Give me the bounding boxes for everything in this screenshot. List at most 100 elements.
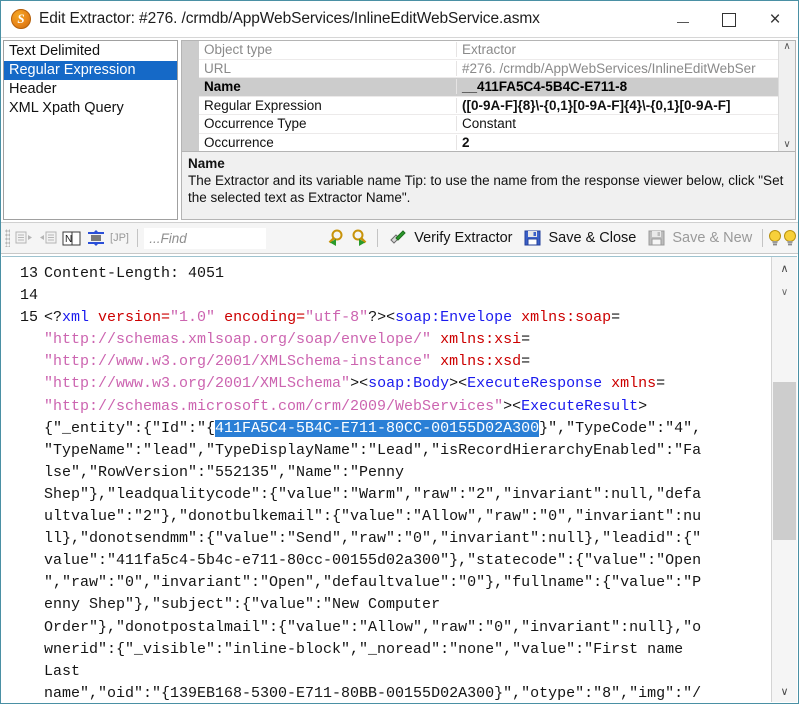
maximize-button[interactable] (706, 1, 752, 38)
response-line: "http://www.w3.org/2001/XMLSchema-instan… (2, 351, 771, 373)
save-and-close-button[interactable]: Save & Close (518, 224, 642, 252)
code-token: Order"},"donotpostalmail":{"value":"Allo… (44, 618, 702, 636)
code-token: Shep"},"leadqualitycode":{"value":"Warm"… (44, 485, 702, 503)
property-key: Regular Expression (199, 97, 457, 113)
code-token: wnerid":{"_visible":"inline-block","_nor… (44, 640, 684, 658)
property-row-occurrence[interactable]: Occurrence 2 (199, 134, 778, 152)
indent-right-icon[interactable] (12, 226, 36, 250)
code-token: soap:Body (368, 375, 450, 393)
description-body: The Extractor and its variable name Tip:… (188, 173, 784, 205)
extractor-editor-top: Text Delimited Regular Expression Header… (1, 38, 798, 222)
scroll-down-icon[interactable]: ∨ (783, 140, 790, 150)
close-button[interactable]: × (752, 1, 798, 38)
response-line: name","oid":"{139EB168-5300-E711-80BB-00… (2, 683, 771, 702)
minimize-button[interactable] (660, 1, 706, 38)
response-line: 15 <?xml version="1.0" encoding="utf-8"?>… (2, 307, 771, 329)
line-number: 15 (19, 309, 38, 327)
hint-bulb-2-icon[interactable] (783, 227, 798, 249)
show-line-numbers-icon[interactable]: N (60, 226, 84, 250)
scroll-mid-icon[interactable]: ∨ (772, 283, 797, 301)
selected-text[interactable]: 411FA5C4-5B4C-E711-80CC-00155D02A300 (215, 419, 540, 437)
response-viewer-text[interactable]: 13 Content-Length: 4051 14 15 <?xml version=… (2, 257, 771, 702)
code-token: version= (89, 309, 171, 327)
code-token: = (521, 353, 531, 371)
code-token: ExecuteResult (521, 397, 639, 415)
word-wrap-icon[interactable] (84, 226, 108, 250)
property-row-name[interactable]: Name __411FA5C4-5B4C-E711-8 (199, 78, 778, 97)
type-item-regular-expression[interactable]: Regular Expression (4, 61, 177, 80)
indent-left-icon[interactable] (36, 226, 60, 250)
property-grid-rows: Object type Extractor URL #276. /crmdb/A… (199, 41, 778, 151)
property-key: URL (199, 60, 457, 76)
code-token: xml (62, 309, 90, 327)
edit-extractor-window: S Edit Extractor: #276. /crmdb/AppWebSer… (0, 0, 799, 704)
response-line: "http://www.w3.org/2001/XMLSchema" ><soap… (2, 373, 771, 395)
property-value[interactable]: 2 (457, 135, 778, 150)
scroll-down-icon[interactable]: ∨ (772, 682, 797, 700)
response-line: value":"411fa5c4-5b4c-e711-80cc-00155d02… (2, 550, 771, 572)
property-row-regular-expression[interactable]: Regular Expression ([0-9A-F]{8}\-{0,1}[0… (199, 97, 778, 115)
property-description-panel: Name The Extractor and its variable name… (181, 152, 796, 220)
save-new-disk-icon (644, 226, 668, 250)
scroll-up-icon[interactable]: ∧ (783, 42, 790, 52)
code-token: xmlns:soap (512, 309, 612, 327)
code-token: "utf-8" (305, 309, 369, 327)
code-token: "http://www.w3.org/2001/XMLSchema" (44, 375, 351, 393)
window-title: Edit Extractor: #276. /crmdb/AppWebServi… (39, 10, 540, 27)
save-disk-icon (521, 226, 545, 250)
type-item-header[interactable]: Header (4, 80, 177, 99)
property-value[interactable]: Constant (457, 116, 778, 131)
property-value[interactable]: #276. /crmdb/AppWebServices/InlineEditWe… (457, 61, 778, 76)
property-value[interactable]: __411FA5C4-5B4C-E711-8 (457, 79, 778, 94)
scroll-up-icon[interactable]: ∧ (772, 259, 797, 277)
code-token: "http://www.w3.org/2001/XMLSchema-instan… (44, 353, 432, 371)
save-and-new-button[interactable]: Save & New (641, 224, 757, 252)
type-item-xml-xpath-query[interactable]: XML Xpath Query (4, 99, 177, 118)
save-and-new-label: Save & New (672, 230, 753, 246)
code-token: > (638, 397, 648, 415)
save-and-close-label: Save & Close (548, 230, 637, 246)
property-row-url[interactable]: URL #276. /crmdb/AppWebServices/InlineEd… (199, 60, 778, 78)
extractor-properties: Object type Extractor URL #276. /crmdb/A… (181, 40, 796, 220)
verify-brush-icon (386, 226, 410, 250)
japanese-encoding-icon[interactable]: [JP] (108, 226, 132, 250)
verify-extractor-button[interactable]: Verify Extractor (383, 224, 517, 252)
extractor-type-list[interactable]: Text Delimited Regular Expression Header… (3, 40, 178, 220)
code-token: "TypeName":"lead","TypeDisplayName":"Lea… (44, 441, 702, 459)
response-viewer-scrollbar[interactable]: ∧ ∨ ∨ (771, 257, 797, 702)
find-previous-icon[interactable] (324, 226, 348, 250)
code-token: >< (503, 397, 522, 415)
property-row-object-type[interactable]: Object type Extractor (199, 41, 778, 60)
property-row-occurrence-type[interactable]: Occurrence Type Constant (199, 115, 778, 134)
code-token: "http://schemas.xmlsoap.org/soap/envelop… (44, 331, 432, 349)
response-line: Last (2, 661, 771, 683)
response-line: {"_entity":{"Id":"{411FA5C4-5B4C-E711-80… (2, 418, 771, 440)
code-token: xmlns:xsi (431, 331, 522, 349)
property-key: Occurrence Type (199, 116, 457, 132)
response-line: Order"},"donotpostalmail":{"value":"Allo… (2, 617, 771, 639)
code-token: encoding= (215, 309, 306, 327)
code-token: ExecuteResponse (467, 375, 603, 393)
find-input[interactable]: ...Find (144, 227, 266, 249)
response-line: lse","RowVersion":"552135","Name":"Penny (2, 462, 771, 484)
window-controls: × (660, 1, 798, 38)
code-token: >< (449, 375, 468, 393)
verify-extractor-label: Verify Extractor (414, 230, 513, 246)
type-item-text-delimited[interactable]: Text Delimited (4, 42, 177, 61)
property-value[interactable]: Extractor (457, 42, 778, 57)
response-viewer[interactable]: 13 Content-Length: 4051 14 15 <?xml version=… (2, 256, 797, 702)
response-line: wnerid":{"_visible":"inline-block","_nor… (2, 639, 771, 661)
property-grid-scrollbar[interactable]: ∧ ∨ (778, 41, 795, 151)
property-value[interactable]: ([0-9A-F]{8}\-{0,1}[0-9A-F]{4}\-{0,1}[0-… (457, 98, 778, 113)
response-line: 13 Content-Length: 4051 (2, 263, 771, 285)
code-token: = (656, 375, 666, 393)
code-token: ","raw":"0","invariant":"Open","defaultv… (44, 574, 702, 592)
property-grid-gutter (182, 41, 199, 151)
toolbar-grip[interactable] (5, 229, 10, 247)
hint-bulb-1-icon[interactable] (768, 227, 783, 249)
response-line: 14 (2, 285, 771, 307)
code-token: {"_entity":{"Id":"{ (44, 419, 216, 437)
scroll-thumb[interactable] (773, 382, 796, 540)
property-grid[interactable]: Object type Extractor URL #276. /crmdb/A… (181, 40, 796, 152)
find-next-icon[interactable] (348, 226, 372, 250)
